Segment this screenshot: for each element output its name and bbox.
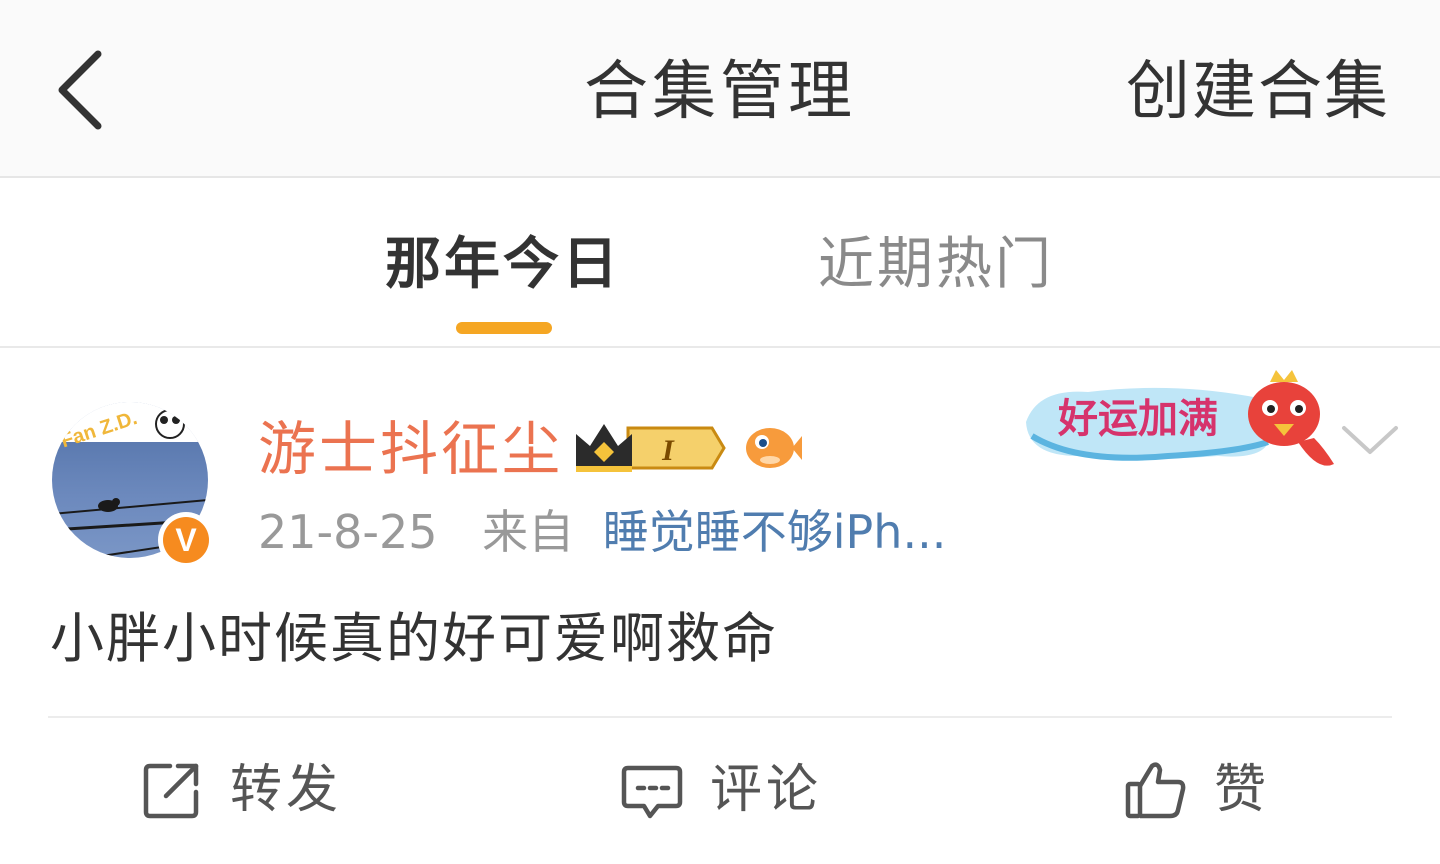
comment-icon: [621, 765, 683, 819]
post-date: 21-8-25: [258, 505, 438, 559]
top-navigation-bar: 合集管理 创建合集: [0, 0, 1440, 178]
create-collection-button[interactable]: 创建合集: [1126, 52, 1390, 132]
tab-bar: 那年今日 近期热门: [0, 180, 1440, 348]
tab-recent-hot[interactable]: 近期热门: [818, 230, 1054, 300]
like-button[interactable]: 赞: [1124, 748, 1270, 832]
post-meta: 21-8-25 来自 睡觉睡不够iPh...: [258, 502, 946, 562]
like-label: 赞: [1214, 760, 1271, 820]
post-card: Fan Z.D. V 游士抖征尘 I 21-8-25 来自 睡觉睡不够iPh..…: [0, 350, 1440, 864]
verified-v-icon: V: [163, 517, 209, 563]
like-icon: [1125, 762, 1186, 819]
repost-button[interactable]: 转发: [140, 748, 342, 832]
repost-icon: [143, 763, 199, 819]
crown-icon: [576, 424, 632, 472]
action-divider: [48, 716, 1392, 718]
active-tab-indicator: [456, 322, 552, 334]
post-text: 小胖小时候真的好可爱啊救命: [50, 607, 778, 670]
sticker-text: 好运加满: [1057, 396, 1218, 442]
username[interactable]: 游士抖征尘: [258, 414, 563, 484]
chevron-down-icon[interactable]: [1338, 420, 1402, 460]
tab-on-this-day[interactable]: 那年今日: [385, 230, 621, 300]
fish-icon: [746, 428, 802, 468]
avatar[interactable]: Fan Z.D. V: [52, 402, 214, 568]
comment-button[interactable]: 评论: [620, 748, 822, 832]
comment-label: 评论: [710, 760, 823, 820]
post-source[interactable]: 睡觉睡不够iPh...: [603, 505, 947, 559]
member-level-label: I: [661, 434, 675, 467]
from-label: 来自: [482, 505, 575, 559]
verified-badge: V: [158, 512, 214, 568]
good-luck-sticker: 好运加满: [1026, 370, 1334, 466]
repost-label: 转发: [230, 760, 343, 820]
member-level-badge[interactable]: I: [572, 418, 728, 478]
